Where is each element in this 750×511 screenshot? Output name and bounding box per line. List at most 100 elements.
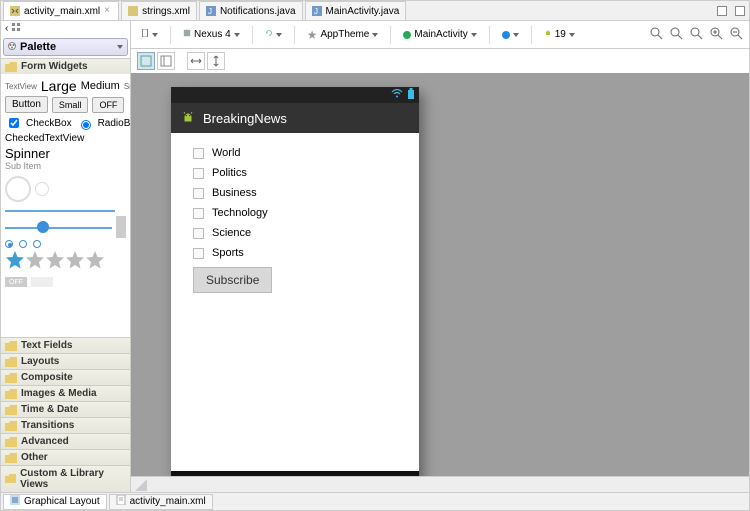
radio-off-icon: [19, 240, 27, 248]
file-tab-mainactivity[interactable]: J MainActivity.java: [305, 1, 407, 20]
spinner-widget[interactable]: Spinner: [5, 146, 50, 161]
medium-text-widget[interactable]: Medium: [81, 80, 120, 92]
drawer-advanced[interactable]: Advanced: [1, 433, 130, 449]
resize-handle-icon[interactable]: [135, 479, 147, 491]
orientation-dropdown[interactable]: [261, 27, 286, 42]
quickcontactbadge-widget[interactable]: [116, 216, 126, 238]
palette-header[interactable]: Palette: [3, 38, 128, 56]
large-text-widget[interactable]: Large: [41, 78, 77, 94]
seekbar-thumb[interactable]: [37, 221, 49, 233]
rotate-icon: [265, 29, 273, 40]
palette-back[interactable]: ‹: [1, 21, 130, 36]
theme-dropdown[interactable]: ★ AppTheme: [303, 26, 383, 44]
radiogroup-widget[interactable]: [5, 240, 13, 248]
drawer-label: Form Widgets: [21, 61, 88, 72]
maximize-icon[interactable]: [735, 6, 745, 16]
file-tab-label: MainActivity.java: [326, 6, 400, 17]
progress-small-widget[interactable]: [35, 182, 49, 196]
layout-icon: [10, 495, 20, 508]
file-tab-label: Notifications.java: [220, 6, 296, 17]
close-icon[interactable]: ×: [104, 7, 112, 15]
activity-label: MainActivity: [414, 29, 467, 40]
android-icon: [544, 29, 552, 40]
form-widgets-content: TextView Large Medium Small Button Small…: [1, 74, 130, 291]
device-dropdown[interactable]: Nexus 4: [179, 27, 244, 42]
checkbox-label: Business: [212, 187, 257, 199]
ratingbar-widget[interactable]: [5, 250, 126, 273]
checkbox-row[interactable]: Politics: [193, 167, 397, 179]
toggle-button-widget[interactable]: OFF: [92, 97, 124, 113]
phone-icon: [141, 29, 149, 40]
small-button-widget[interactable]: Small: [52, 97, 89, 113]
checkbox-label: Technology: [212, 207, 268, 219]
zoom-actual-icon[interactable]: [689, 26, 703, 43]
view-outline-button[interactable]: [157, 52, 175, 70]
palette-title: Palette: [20, 41, 56, 53]
view-normal-button[interactable]: [137, 52, 155, 70]
drawer-label: Images & Media: [21, 388, 97, 399]
chevron-down-icon: [276, 33, 282, 37]
minimize-icon[interactable]: [717, 6, 727, 16]
ide-window: activity_main.xml × strings.xml J Notifi…: [0, 0, 750, 511]
checkedtextview-widget[interactable]: CheckedTextView: [5, 133, 84, 144]
drawer-form-widgets[interactable]: Form Widgets: [1, 58, 130, 74]
drawer-composite[interactable]: Composite: [1, 369, 130, 385]
drawer-custom-library[interactable]: Custom & Library Views: [1, 465, 130, 492]
palette-menu-icon: [12, 23, 20, 34]
file-tab-strings[interactable]: strings.xml: [121, 1, 197, 20]
editor-body: ‹ Palette Form Widgets TextView: [1, 21, 749, 492]
expand-horizontal-button[interactable]: [187, 52, 205, 70]
configuration-dropdown[interactable]: [137, 27, 162, 42]
checkbox-row[interactable]: Technology: [193, 207, 397, 219]
checkbox-icon: [193, 248, 204, 259]
checkbox-row[interactable]: World: [193, 147, 397, 159]
expand-vertical-button[interactable]: [207, 52, 225, 70]
checkbox-widget[interactable]: [9, 118, 19, 128]
drawer-label: Other: [21, 452, 48, 463]
zoom-out-icon[interactable]: [729, 26, 743, 43]
design-canvas[interactable]: BreakingNews World Politics Business Tec…: [131, 73, 749, 476]
locale-dropdown[interactable]: [498, 29, 523, 41]
file-tab-label: activity_main.xml: [24, 6, 100, 17]
radiobutton-widget[interactable]: [81, 120, 91, 130]
subitem-widget[interactable]: Sub Item: [5, 161, 41, 171]
file-icon: [116, 495, 126, 508]
drawer-time-date[interactable]: Time & Date: [1, 401, 130, 417]
zoom-reset-icon[interactable]: [669, 26, 683, 43]
checkbox-row[interactable]: Sports: [193, 247, 397, 259]
chevron-down-icon: [569, 33, 575, 37]
seekbar-widget[interactable]: [5, 220, 112, 234]
api-level-dropdown[interactable]: 19: [540, 27, 579, 42]
drawer-layouts[interactable]: Layouts: [1, 353, 130, 369]
drawer-other[interactable]: Other: [1, 449, 130, 465]
checkbox-icon: [193, 228, 204, 239]
progress-large-widget[interactable]: [5, 176, 31, 202]
switch-widget[interactable]: OFF: [5, 277, 27, 287]
drawer-transitions[interactable]: Transitions: [1, 417, 130, 433]
device-content[interactable]: World Politics Business Technology Scien…: [171, 133, 419, 471]
tab-graphical-layout[interactable]: Graphical Layout: [3, 494, 107, 510]
button-widget[interactable]: Button: [5, 96, 48, 113]
editor-toolbar: Nexus 4 ★ AppTheme MainActivity: [131, 21, 749, 49]
zoom-fit-icon[interactable]: [649, 26, 663, 43]
tab-xml-source[interactable]: activity_main.xml: [109, 494, 213, 510]
tab-label: activity_main.xml: [130, 496, 206, 507]
small-text-widget[interactable]: Small: [124, 82, 130, 91]
file-tab-notifications[interactable]: J Notifications.java: [199, 1, 303, 20]
textview-widget[interactable]: TextView: [5, 82, 37, 91]
subscribe-button[interactable]: Subscribe: [193, 267, 272, 293]
drawer-images-media[interactable]: Images & Media: [1, 385, 130, 401]
chevron-down-icon: [117, 45, 123, 49]
radio-off-icon: [33, 240, 41, 248]
drawer-text-fields[interactable]: Text Fields: [1, 337, 130, 353]
checkbox-row[interactable]: Science: [193, 227, 397, 239]
file-tab-activity-main[interactable]: activity_main.xml ×: [3, 1, 119, 20]
canvas-status-bar: [131, 476, 749, 492]
android-icon: [181, 111, 195, 125]
activity-dropdown[interactable]: MainActivity: [399, 27, 480, 42]
zoom-in-icon[interactable]: [709, 26, 723, 43]
progressbar-horizontal-widget[interactable]: [5, 210, 115, 212]
checkbox-row[interactable]: Business: [193, 187, 397, 199]
checkbox-label: CheckBox: [26, 118, 72, 129]
radiobutton-label: RadioButton: [98, 118, 130, 129]
